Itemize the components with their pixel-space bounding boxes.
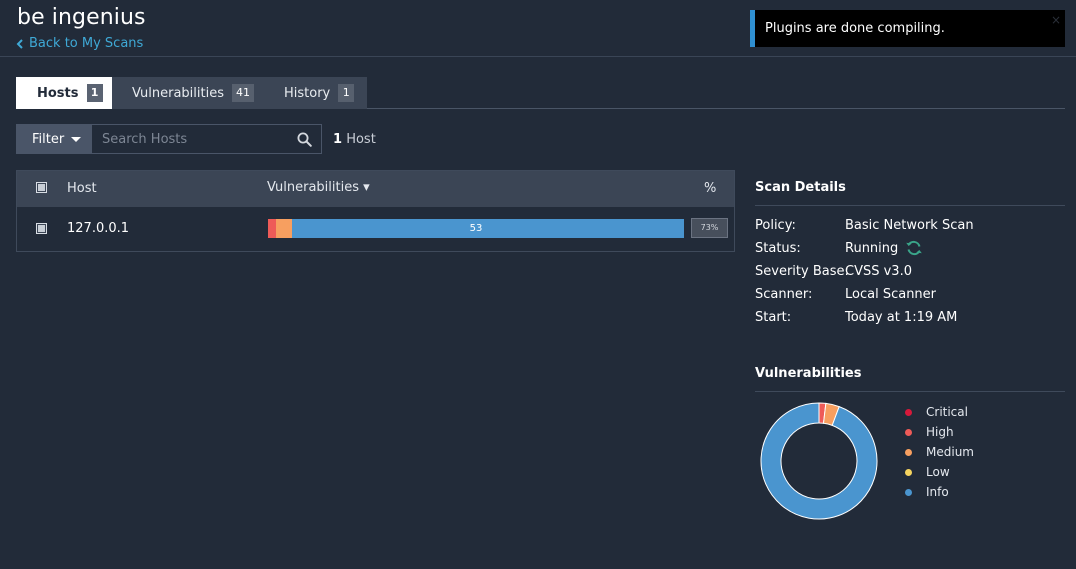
tab-hosts-label: Hosts: [37, 85, 79, 101]
column-header-host[interactable]: Host: [67, 181, 97, 196]
scan-details-title: Scan Details: [755, 180, 846, 195]
legend-item-info: Info: [905, 485, 949, 499]
row-checkbox[interactable]: [36, 223, 47, 234]
filter-button[interactable]: Filter: [16, 124, 91, 154]
vulnerability-bar[interactable]: 53: [268, 219, 684, 238]
vulnerability-count: 53: [469, 223, 483, 234]
severity-base-label: Severity Base:: [755, 264, 849, 279]
scanner-label: Scanner:: [755, 287, 813, 302]
caret-down-icon: [71, 137, 81, 142]
host-count: 1 Host: [333, 132, 376, 147]
legend-label: Medium: [926, 445, 974, 459]
page-title: be ingenius: [17, 5, 146, 30]
start-value: Today at 1:19 AM: [845, 310, 958, 325]
legend-dot: [905, 488, 912, 496]
column-header-percent[interactable]: %: [704, 181, 716, 196]
tab-history[interactable]: History 1: [264, 77, 367, 109]
percent-badge: 73%: [691, 218, 728, 238]
start-label: Start:: [755, 310, 792, 325]
policy-label: Policy:: [755, 218, 796, 233]
select-all-checkbox[interactable]: [36, 182, 47, 193]
back-to-scans-link[interactable]: Back to My Scans: [16, 36, 143, 51]
back-link-label: Back to My Scans: [29, 36, 144, 51]
toast-message: Plugins are done compiling.: [765, 21, 945, 36]
tab-vulnerabilities-label: Vulnerabilities: [132, 85, 224, 101]
legend-dot: [905, 468, 912, 476]
notification-toast: Plugins are done compiling. ×: [750, 10, 1065, 47]
divider: [755, 391, 1065, 392]
scanner-value: Local Scanner: [845, 287, 937, 302]
donut-slice-info[interactable]: [760, 402, 878, 520]
legend-label: Critical: [926, 405, 968, 419]
legend-item-medium: Medium: [905, 445, 974, 459]
host-count-label: Host: [346, 132, 376, 147]
tab-vulnerabilities[interactable]: Vulnerabilities 41: [112, 77, 264, 109]
legend-item-low: Low: [905, 465, 950, 479]
legend-dot: [905, 428, 912, 436]
close-icon[interactable]: ×: [1051, 13, 1061, 27]
search-icon[interactable]: [297, 132, 312, 147]
legend-label: High: [926, 425, 954, 439]
severity-base-value: CVSS v3.0: [845, 264, 912, 279]
refresh-icon: [906, 240, 922, 256]
search-box: [91, 124, 322, 154]
chevron-left-icon: [16, 38, 23, 49]
status-value: Running: [845, 241, 899, 256]
tab-bar: Hosts 1 Vulnerabilities 41 History 1: [16, 77, 1065, 109]
filter-button-label: Filter: [32, 131, 65, 147]
tab-hosts[interactable]: Hosts 1: [16, 77, 112, 109]
divider: [755, 205, 1065, 206]
host-count-number: 1: [333, 132, 343, 147]
tab-hosts-count: 1: [86, 84, 103, 102]
vulnerability-donut-chart[interactable]: [760, 402, 878, 520]
legend-item-high: High: [905, 425, 954, 439]
legend-dot: [905, 448, 912, 456]
tab-history-label: History: [284, 85, 331, 101]
hosts-table: Host Vulnerabilities ▾ % 127.0.0.1 53 73…: [16, 170, 735, 252]
vulnerabilities-title: Vulnerabilities: [755, 366, 862, 381]
status-label: Status:: [755, 241, 801, 256]
legend-dot: [905, 408, 912, 416]
table-header: Host Vulnerabilities ▾ %: [17, 171, 734, 207]
tab-history-count: 1: [338, 84, 355, 102]
legend-label: Info: [926, 485, 949, 499]
tab-vulnerabilities-count: 41: [231, 84, 254, 102]
legend-label: Low: [926, 465, 950, 479]
table-row[interactable]: 127.0.0.1 53 73%: [17, 207, 734, 251]
column-header-vulnerabilities[interactable]: Vulnerabilities ▾: [267, 180, 370, 195]
policy-value: Basic Network Scan: [845, 218, 974, 233]
legend-item-critical: Critical: [905, 405, 968, 419]
search-input[interactable]: [92, 125, 292, 153]
host-ip[interactable]: 127.0.0.1: [67, 221, 129, 236]
